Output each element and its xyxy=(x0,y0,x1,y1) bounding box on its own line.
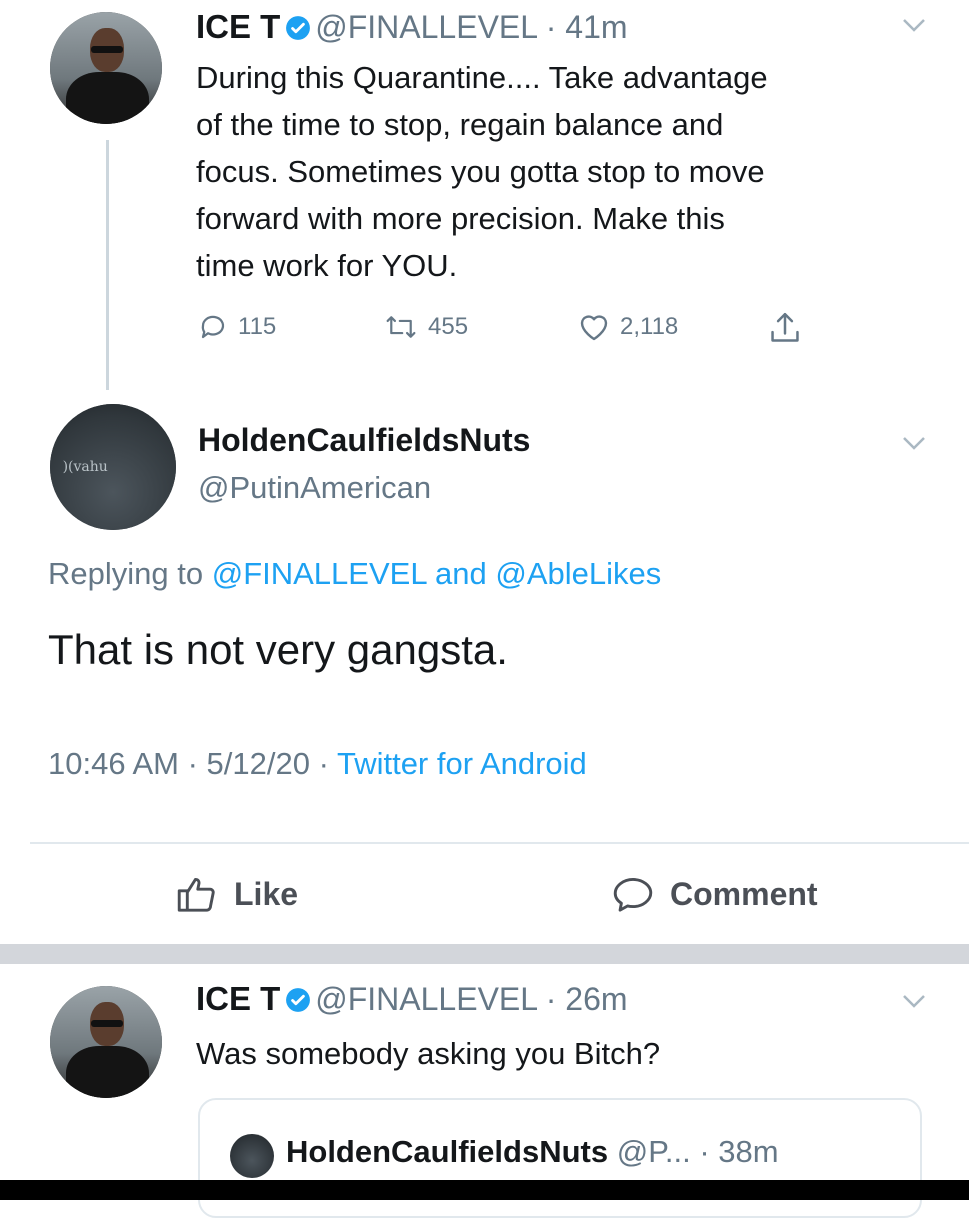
tweet-text-line: time work for YOU. xyxy=(196,248,458,283)
tweet-body: Was somebody asking you Bitch? xyxy=(196,1036,661,1071)
quoted-author-name: HoldenCaulfieldsNuts xyxy=(286,1134,609,1169)
author-name[interactable]: HoldenCaulfieldsNuts xyxy=(198,422,530,459)
like-button[interactable]: 2,118 xyxy=(578,312,678,342)
tweet-timestamp[interactable]: 10:46 AM · 5/12/20 · xyxy=(48,746,329,781)
quoted-avatar xyxy=(230,1134,274,1178)
reply-text: That is not very gangsta. xyxy=(48,626,508,673)
tweet-text-line: focus. Sometimes you gotta stop to move xyxy=(196,154,765,189)
verified-badge-icon xyxy=(285,16,310,40)
comment-label: Comment xyxy=(670,875,818,912)
author-handle[interactable]: @FINALLEVEL xyxy=(315,9,537,45)
section-separator xyxy=(0,944,969,964)
tweet-source[interactable]: Twitter for Android xyxy=(337,746,587,781)
chevron-down-icon[interactable] xyxy=(902,436,926,450)
dot-separator: · xyxy=(536,9,566,45)
avatar-shirt-logo: )(vahu xyxy=(62,459,108,476)
reply-bubble-icon xyxy=(201,315,225,339)
retweet-icon xyxy=(386,316,416,338)
replying-and: and xyxy=(435,556,487,591)
tweet-text-line: During this Quarantine.... Take advantag… xyxy=(196,60,768,95)
mention-link[interactable]: @AbleLikes xyxy=(495,556,661,591)
quoted-tweet-card[interactable]: HoldenCaulfieldsNuts @P... · 38m xyxy=(198,1098,922,1218)
tweet-meta: 10:46 AM · 5/12/20 · Twitter for Android xyxy=(48,746,587,782)
quoted-author-handle: @P... xyxy=(616,1134,691,1169)
thumbs-up-icon xyxy=(177,878,215,912)
reply-button[interactable]: 115 xyxy=(198,312,276,342)
author-handle[interactable]: @FINALLEVEL xyxy=(315,981,537,1017)
tweet-header: ICE T @FINALLEVEL · 26m xyxy=(196,980,628,1018)
tweet-text-line: of the time to stop, regain balance and xyxy=(196,107,724,142)
reply-count: 115 xyxy=(238,313,277,340)
retweet-count: 455 xyxy=(428,313,469,340)
tweet-header: ICE T @FINALLEVEL · 41m xyxy=(196,8,628,46)
tweet-time[interactable]: 41m xyxy=(565,9,627,45)
author-name[interactable]: ICE T xyxy=(196,980,280,1017)
like-label: Like xyxy=(234,875,299,912)
tweet-time[interactable]: 26m xyxy=(565,981,627,1017)
replying-to-prefix: Replying to xyxy=(48,556,204,591)
retweet-button[interactable]: 455 xyxy=(384,312,468,342)
comment-bubble-icon xyxy=(613,878,653,912)
heart-icon xyxy=(580,315,608,341)
author-name[interactable]: ICE T xyxy=(196,8,280,45)
chevron-down-icon[interactable] xyxy=(902,18,926,32)
bottom-bar xyxy=(0,1180,969,1200)
like-button[interactable]: Like xyxy=(176,874,298,914)
dot-separator: · xyxy=(536,981,566,1017)
tweet-body: During this Quarantine.... Take advantag… xyxy=(196,54,936,289)
author-handle[interactable]: @PutinAmerican xyxy=(198,470,431,506)
divider xyxy=(30,842,969,844)
avatar-holden[interactable]: )(vahu xyxy=(50,404,176,530)
mention-link[interactable]: @FINALLEVEL xyxy=(212,556,427,591)
quoted-time: · 38m xyxy=(699,1134,779,1169)
replying-to: Replying to @FINALLEVEL and @AbleLikes xyxy=(48,556,661,592)
chevron-down-icon[interactable] xyxy=(902,994,926,1008)
quoted-header: HoldenCaulfieldsNuts @P... · 38m xyxy=(286,1134,779,1170)
like-count: 2,118 xyxy=(620,313,679,340)
avatar-ice-t[interactable] xyxy=(50,12,162,124)
thread-line xyxy=(106,140,109,390)
tweet-text-line: forward with more precision. Make this xyxy=(196,201,725,236)
share-icon[interactable] xyxy=(768,310,802,346)
verified-badge-icon xyxy=(285,988,310,1012)
avatar-ice-t[interactable] xyxy=(50,986,162,1098)
comment-button[interactable]: Comment xyxy=(612,874,818,914)
